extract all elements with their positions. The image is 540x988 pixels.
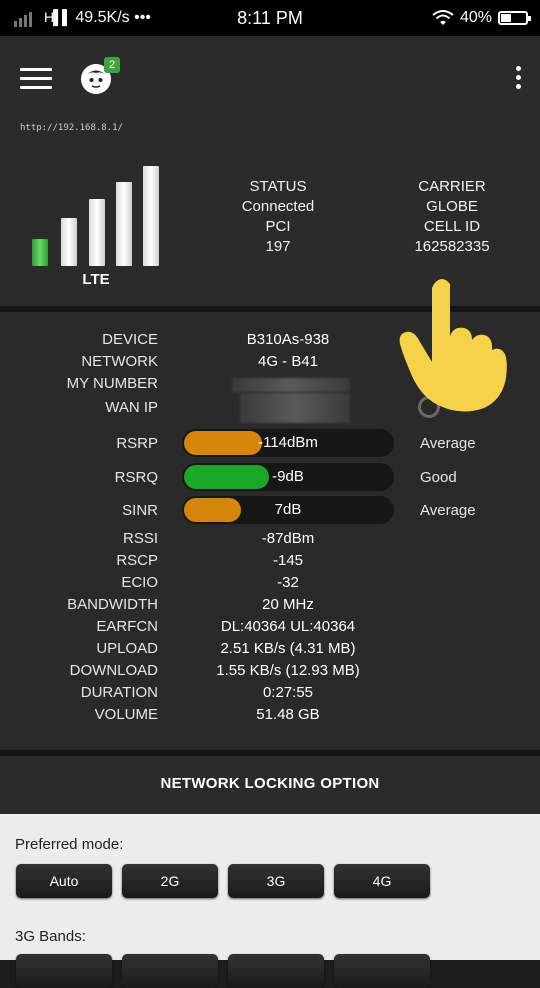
pci-value: 197 [265, 238, 291, 255]
signal-bar-3 [89, 199, 105, 266]
bandwidth-label: BANDWIDTH [67, 596, 158, 613]
pointing-hand-icon [399, 279, 507, 412]
download-row: DOWNLOAD 1.55 KB/s (12.93 MB) [0, 662, 540, 684]
rsrq-value: -9dB [272, 468, 304, 485]
summary-left: STATUS Connected PCI 197 [178, 177, 378, 257]
network-label: NETWORK [81, 353, 158, 370]
summary-right: CARRIER GLOBE CELL ID 162582335 [352, 177, 540, 257]
carrier-label: CARRIER [418, 178, 486, 195]
network-technology: LTE [82, 271, 110, 288]
signal-bars [30, 164, 160, 266]
earfcn-row: EARFCN DL:40364 UL:40364 [0, 618, 540, 640]
signal-bar-4 [116, 182, 132, 266]
3g-band-button[interactable] [16, 954, 112, 988]
earfcn-label: EARFCN [96, 618, 158, 635]
network-locking-option-button[interactable]: NETWORK LOCKING OPTION [0, 756, 540, 814]
battery-icon [498, 11, 531, 25]
notification-badge: 2 [104, 57, 120, 73]
earfcn-value: DL:40364 UL:40364 [220, 618, 356, 635]
pci-label: PCI [265, 218, 291, 235]
3g-band-button[interactable] [122, 954, 218, 988]
status-bar: H▌▌ 49.5K/s ••• 8:11 PM 40% [0, 0, 540, 36]
signal-bar-2 [61, 218, 77, 266]
rsrp-label: RSRP [116, 435, 158, 452]
mode-2g-button[interactable]: 2G [122, 864, 218, 898]
sinr-meter: 7dB [182, 496, 394, 524]
3g-bands-label: 3G Bands: [15, 928, 86, 945]
cell-id-value: 162582335 [414, 238, 490, 255]
download-value: 1.55 KB/s (12.93 MB) [216, 662, 360, 679]
status-label: STATUS [249, 178, 307, 195]
network-locking-panel: Preferred mode: Auto 2G 3G 4G 3G Bands: [0, 814, 540, 988]
rsrp-rating: Average [420, 435, 476, 452]
carrier-value: GLOBE [426, 198, 478, 215]
volume-label: VOLUME [94, 706, 158, 723]
status-value: Connected [241, 198, 315, 215]
sinr-rating: Average [420, 502, 476, 519]
duration-row: DURATION 0:27:55 [0, 684, 540, 706]
sinr-value: 7dB [274, 501, 302, 518]
cell-id-label: CELL ID [423, 218, 481, 235]
sinr-row: SINR 7dB Average [0, 496, 540, 526]
device-label: DEVICE [102, 331, 158, 348]
signal-bar-1 [32, 239, 48, 266]
device-value: B310As-938 [246, 331, 330, 348]
rsrp-row: RSRP -114dBm Average [0, 429, 540, 459]
signal-bar-5 [143, 166, 159, 266]
rssi-row: RSSI -87dBm [0, 530, 540, 552]
app-header: 2 http://192.168.8.1/ LTE STATUS Connect… [0, 36, 540, 306]
volume-row: VOLUME 51.48 GB [0, 706, 540, 728]
rssi-label: RSSI [122, 530, 158, 547]
rsrq-rating: Good [420, 469, 457, 486]
ecio-row: ECIO -32 [0, 574, 540, 596]
my-number-redacted [232, 378, 350, 392]
mode-auto-button[interactable]: Auto [16, 864, 112, 898]
router-url[interactable]: http://192.168.8.1/ [20, 123, 123, 133]
duration-label: DURATION [80, 684, 158, 701]
battery-percent: 40% [459, 9, 492, 26]
preferred-mode-label: Preferred mode: [15, 836, 124, 853]
rsrq-row: RSRQ -9dB Good [0, 463, 540, 493]
sinr-label: SINR [122, 502, 158, 519]
bandwidth-row: BANDWIDTH 20 MHz [0, 596, 540, 618]
upload-value: 2.51 KB/s (4.31 MB) [220, 640, 356, 657]
wan-ip-redacted [240, 393, 350, 423]
ecio-value: -32 [277, 574, 299, 591]
duration-value: 0:27:55 [262, 684, 314, 701]
menu-icon[interactable] [20, 68, 52, 90]
upload-label: UPLOAD [96, 640, 158, 657]
network-value: 4G - B41 [257, 353, 319, 370]
bandwidth-value: 20 MHz [262, 596, 314, 613]
3g-band-button[interactable] [334, 954, 430, 988]
volume-value: 51.48 GB [256, 706, 320, 723]
my-number-label: MY NUMBER [66, 375, 158, 392]
mode-4g-button[interactable]: 4G [334, 864, 430, 898]
more-options-icon[interactable] [508, 66, 528, 92]
rscp-value: -145 [272, 552, 304, 569]
rssi-value: -87dBm [261, 530, 315, 547]
download-label: DOWNLOAD [69, 662, 158, 679]
mode-3g-button[interactable]: 3G [228, 864, 324, 898]
wan-ip-label: WAN IP [105, 399, 158, 416]
status-right: 40% [432, 9, 531, 27]
rsrq-label: RSRQ [114, 469, 158, 486]
rscp-row: RSCP -145 [0, 552, 540, 574]
wifi-icon [432, 10, 454, 25]
rsrp-meter: -114dBm [182, 429, 394, 457]
ecio-label: ECIO [121, 574, 158, 591]
rsrq-meter: -9dB [182, 463, 394, 491]
upload-row: UPLOAD 2.51 KB/s (4.31 MB) [0, 640, 540, 662]
3g-band-button[interactable] [228, 954, 324, 988]
rsrp-value: -114dBm [258, 434, 318, 451]
rscp-label: RSCP [116, 552, 158, 569]
